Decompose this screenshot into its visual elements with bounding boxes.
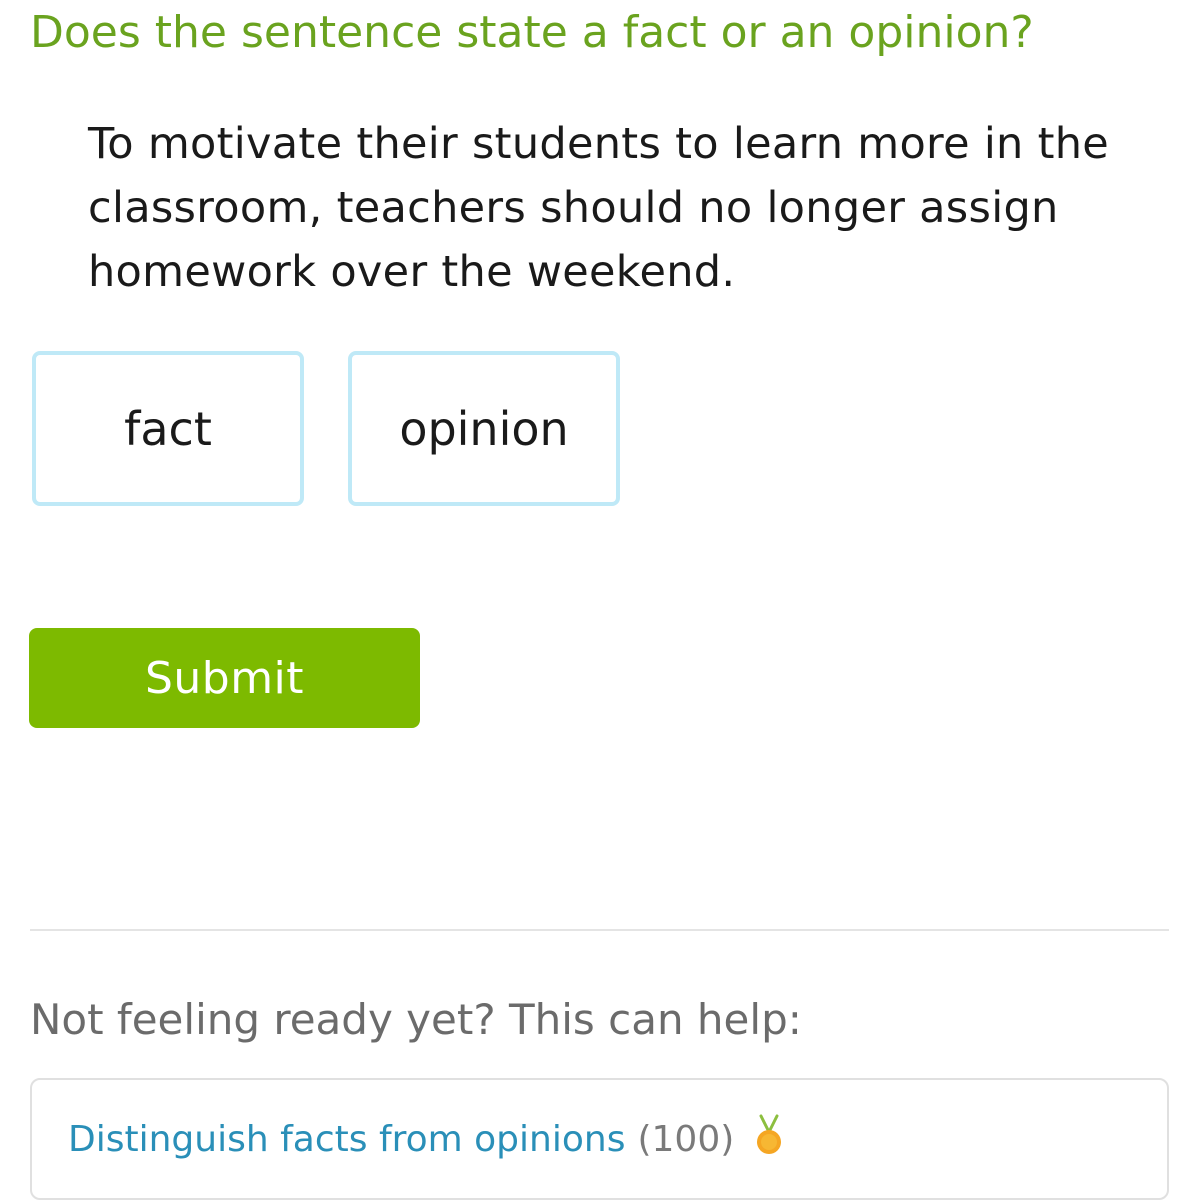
divider	[30, 929, 1169, 931]
question-sentence: To motivate their students to learn more…	[88, 119, 1110, 297]
help-skill-row: Distinguish facts from opinions (100)	[68, 1114, 786, 1160]
help-box: Distinguish facts from opinions (100)	[30, 1078, 1169, 1200]
choice-fact[interactable]: fact	[32, 351, 304, 506]
choice-opinion[interactable]: opinion	[348, 351, 620, 506]
question-prompt: Does the sentence state a fact or an opi…	[30, 7, 1034, 58]
medal-icon	[752, 1114, 786, 1156]
answer-choices: fact opinion	[32, 351, 620, 506]
skill-score: (100)	[637, 1118, 735, 1160]
submit-button[interactable]: Submit	[29, 628, 420, 728]
help-intro: Not feeling ready yet? This can help:	[30, 995, 802, 1044]
skill-link[interactable]: Distinguish facts from opinions	[68, 1119, 625, 1160]
